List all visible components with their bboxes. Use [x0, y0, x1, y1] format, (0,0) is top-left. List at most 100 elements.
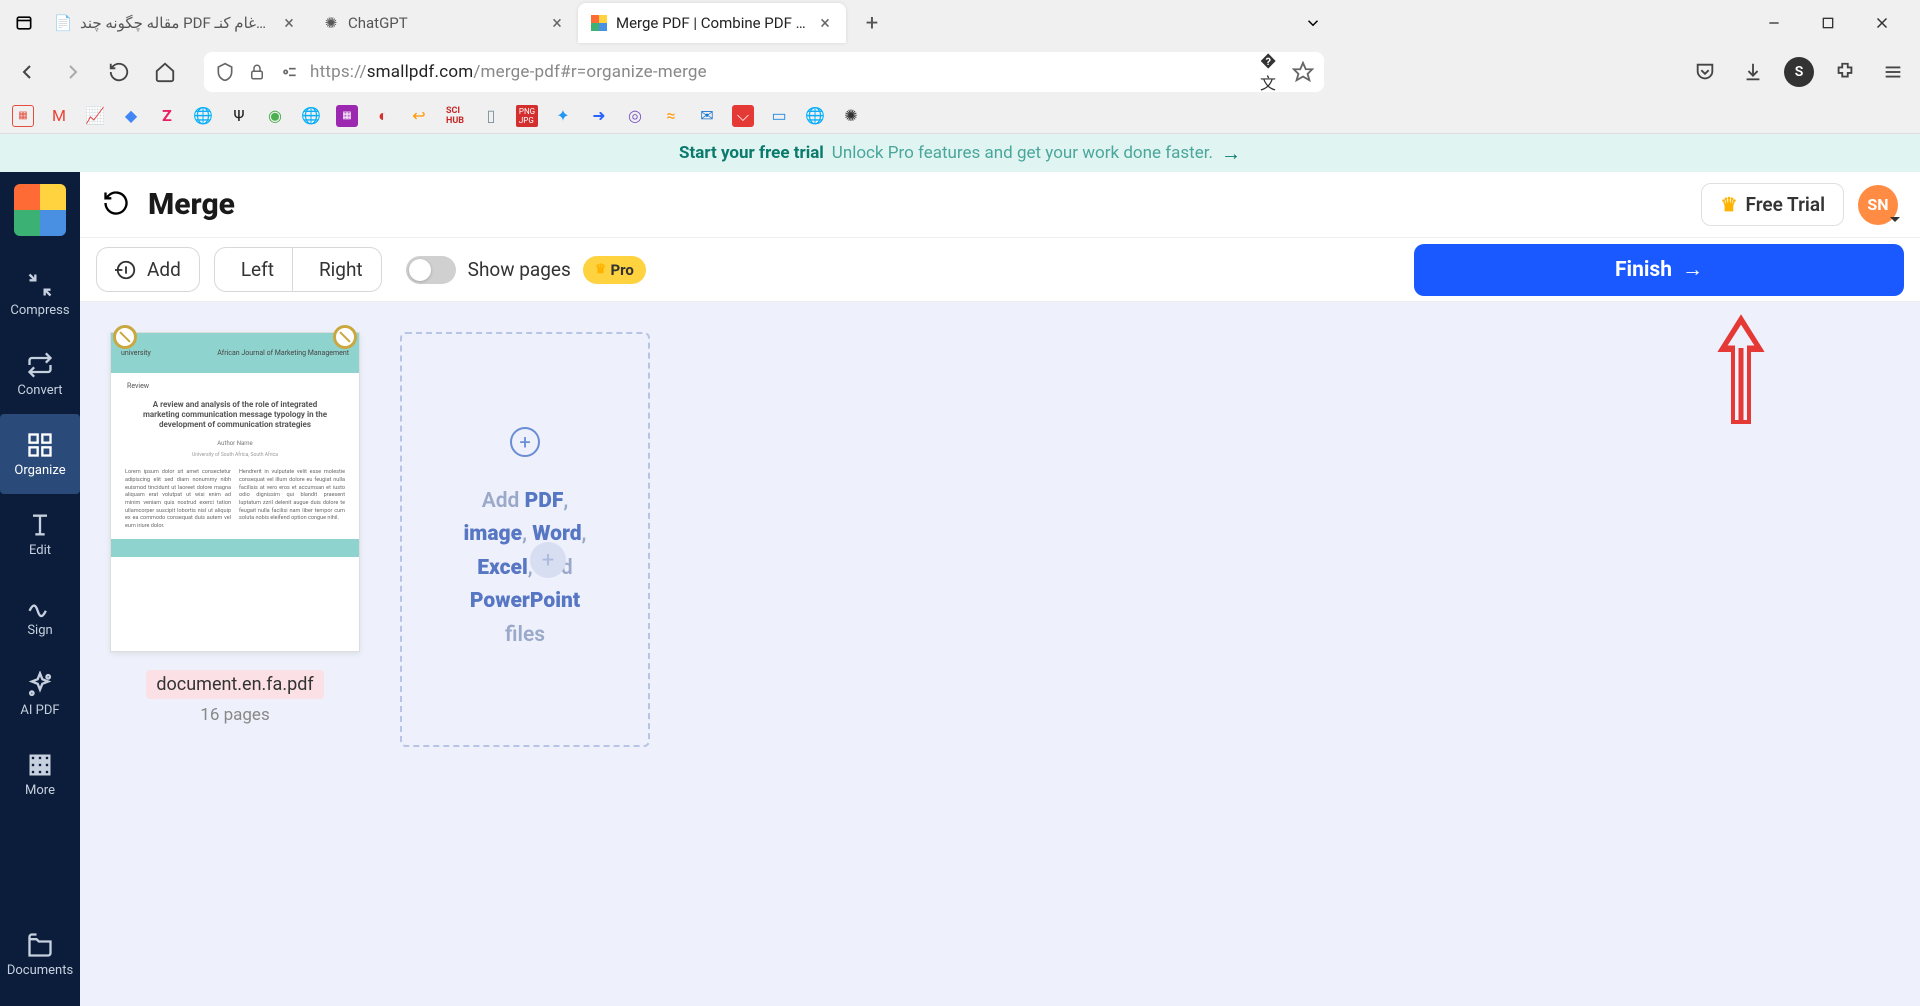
bookmarks-bar: ▦ M 📈 ◆ Z 🌐 Ψ ◉ 🌐 ▦ ◐ ↩ SCIHUB ▯ PNGJPG … — [0, 98, 1920, 134]
permissions-icon[interactable] — [278, 61, 300, 83]
bookmark-icon[interactable]: 🌐 — [804, 105, 826, 127]
sidebar-item-aipdf[interactable]: AI PDF — [0, 654, 80, 734]
sidebar-label: Convert — [17, 383, 62, 398]
undo-button[interactable] — [102, 189, 130, 221]
rotate-right-button[interactable]: Right — [293, 248, 381, 291]
finish-button[interactable]: Finish → — [1414, 244, 1904, 296]
avatar[interactable]: SN — [1858, 185, 1898, 225]
sidebar-label: Organize — [14, 463, 65, 478]
file-card[interactable]: universityAfrican Journal of Marketing M… — [110, 332, 360, 725]
close-icon[interactable]: × — [280, 14, 298, 32]
bookmark-icon[interactable]: ◉ — [264, 105, 286, 127]
tab-list-icon[interactable] — [6, 5, 42, 41]
sidebar-item-organize[interactable]: Organize — [0, 414, 80, 494]
banner-cta: Start your free trial — [679, 143, 824, 163]
nav-bar: https://smallpdf.com/merge-pdf#r=organiz… — [0, 46, 1920, 98]
bookmark-icon[interactable]: ◐ — [372, 105, 394, 127]
add-label: Add — [147, 258, 181, 281]
free-trial-button[interactable]: ♛ Free Trial — [1701, 183, 1844, 226]
pin-icon — [113, 325, 137, 349]
bookmark-icon[interactable]: Z — [156, 105, 178, 127]
smallpdf-icon — [590, 14, 608, 32]
minimize-icon[interactable] — [1756, 5, 1792, 41]
free-trial-label: Free Trial — [1745, 193, 1825, 216]
home-button[interactable] — [148, 55, 182, 89]
close-icon[interactable]: × — [816, 14, 834, 32]
arrow-right-icon: → — [1682, 258, 1703, 282]
promo-banner[interactable]: Start your free trial Unlock Pro feature… — [0, 134, 1920, 172]
tab-article[interactable]: 📄 مقاله چگونه چند PDF را باهم ادغام کنـ … — [42, 3, 310, 43]
bookmark-icon[interactable]: ⌵ — [732, 105, 754, 127]
canvas[interactable]: universityAfrican Journal of Marketing M… — [80, 302, 1920, 1006]
translate-icon[interactable]: �文 — [1260, 61, 1282, 83]
rotate-left-button[interactable]: Left — [215, 248, 293, 291]
toggle-icon[interactable] — [406, 256, 456, 284]
account-pill[interactable]: S — [1784, 57, 1814, 87]
sidebar-item-documents[interactable]: Documents — [0, 914, 80, 994]
page-title: Merge — [148, 187, 235, 222]
add-button[interactable]: Add — [96, 247, 200, 292]
bookmark-icon[interactable]: ↩ — [408, 105, 430, 127]
maximize-icon[interactable] — [1810, 5, 1846, 41]
bookmark-star-icon[interactable] — [1292, 61, 1314, 83]
drop-zone[interactable]: + Add PDF, image, Word, Excel, and Power… — [400, 332, 650, 747]
menu-icon[interactable] — [1876, 55, 1910, 89]
insert-between-button[interactable]: + — [530, 542, 566, 578]
bookmark-icon[interactable]: SCIHUB — [444, 105, 466, 127]
window-controls — [1756, 5, 1914, 41]
tabs-dropdown-icon[interactable] — [1295, 14, 1331, 32]
bookmark-icon[interactable]: ▭ — [768, 105, 790, 127]
bookmark-icon[interactable]: ✦ — [552, 105, 574, 127]
tab-title: مقاله چگونه چند PDF را باهم ادغام کنـ — [80, 14, 272, 32]
close-icon[interactable]: × — [548, 14, 566, 32]
toolbar: Add Left Right Show pages ♛Pro — [80, 238, 1920, 302]
chatgpt-icon: ✺ — [322, 14, 340, 32]
bookmark-icon[interactable]: ≈ — [660, 105, 682, 127]
main-area: Merge ♛ Free Trial SN Add L — [80, 172, 1920, 1006]
new-tab-button[interactable]: + — [854, 5, 890, 41]
shield-icon[interactable] — [214, 61, 236, 83]
sidebar-label: Sign — [27, 623, 52, 638]
avatar-initials: SN — [1867, 195, 1888, 214]
plus-circle-icon: + — [510, 427, 540, 457]
extensions-icon[interactable] — [1828, 55, 1862, 89]
brand-logo[interactable] — [14, 184, 66, 236]
bookmark-icon[interactable]: 📈 — [84, 105, 106, 127]
bookmark-icon[interactable]: ◎ — [624, 105, 646, 127]
url-text: https://smallpdf.com/merge-pdf#r=organiz… — [310, 62, 1250, 82]
back-button[interactable] — [10, 55, 44, 89]
bookmark-icon[interactable]: Ψ — [228, 105, 250, 127]
show-pages-toggle[interactable]: Show pages ♛Pro — [406, 256, 646, 284]
downloads-icon[interactable] — [1736, 55, 1770, 89]
bookmark-icon[interactable]: M — [48, 105, 70, 127]
tab-mergepdf[interactable]: Merge PDF | Combine PDF Files × — [578, 3, 846, 43]
show-pages-label: Show pages — [468, 258, 571, 281]
sidebar-item-compress[interactable]: Compress — [0, 254, 80, 334]
tab-chatgpt[interactable]: ✺ ChatGPT × — [310, 3, 578, 43]
sidebar-label: More — [25, 783, 55, 798]
sidebar-item-edit[interactable]: Edit — [0, 494, 80, 574]
lock-icon[interactable] — [246, 61, 268, 83]
bookmark-icon[interactable]: 🌐 — [300, 105, 322, 127]
reload-button[interactable] — [102, 55, 136, 89]
sidebar-item-sign[interactable]: Sign — [0, 574, 80, 654]
url-bar[interactable]: https://smallpdf.com/merge-pdf#r=organiz… — [204, 52, 1324, 92]
bookmark-icon[interactable]: ➜ — [588, 105, 610, 127]
bookmark-icon[interactable]: 🌐 — [192, 105, 214, 127]
sidebar-item-convert[interactable]: Convert — [0, 334, 80, 414]
pocket-icon[interactable] — [1688, 55, 1722, 89]
document-thumbnail[interactable]: universityAfrican Journal of Marketing M… — [110, 332, 360, 652]
bookmark-icon[interactable]: PNGJPG — [516, 105, 538, 127]
bookmark-icon[interactable]: ◆ — [120, 105, 142, 127]
window-close-icon[interactable] — [1864, 5, 1900, 41]
sidebar-label: Edit — [29, 543, 51, 558]
forward-button[interactable] — [56, 55, 90, 89]
bookmark-icon[interactable]: ▦ — [12, 105, 34, 127]
sidebar-item-more[interactable]: More — [0, 734, 80, 814]
bookmark-icon[interactable]: ✺ — [840, 105, 862, 127]
bookmark-icon[interactable]: ▦ — [336, 105, 358, 127]
bookmark-icon[interactable]: ✉ — [696, 105, 718, 127]
bookmark-icon[interactable]: ▯ — [480, 105, 502, 127]
pro-badge: ♛Pro — [583, 256, 646, 284]
tab-title: ChatGPT — [348, 14, 540, 32]
